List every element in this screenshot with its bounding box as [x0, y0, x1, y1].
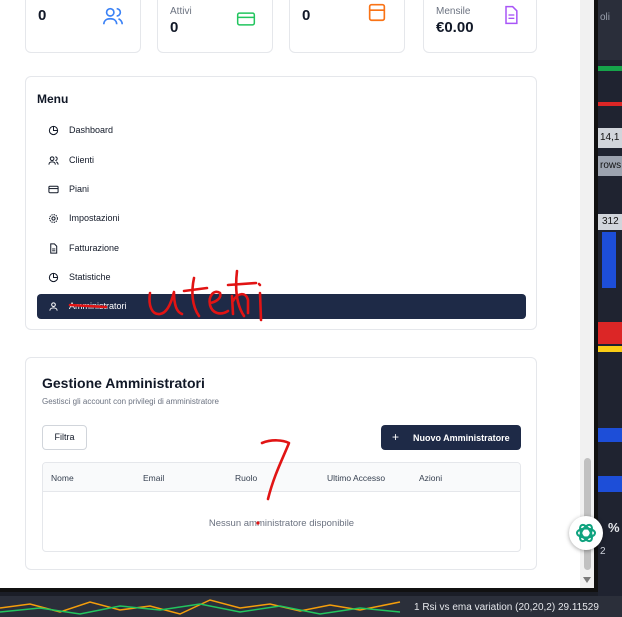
- stat-card-users: 0: [25, 0, 141, 53]
- column-header-last-access[interactable]: Ultimo Accesso: [327, 473, 385, 483]
- menu-item-label: Impostazioni: [69, 213, 120, 223]
- empty-state-message: Nessun amministratore disponibile: [208, 518, 355, 529]
- background-label: rows: [600, 160, 622, 171]
- menu-item-plans[interactable]: Piani: [37, 177, 526, 202]
- stat-value: 0: [302, 7, 311, 24]
- menu-item-dashboard[interactable]: Dashboard: [37, 118, 526, 143]
- pie-chart-icon: [48, 125, 59, 136]
- stat-card-calendar: 0: [289, 0, 405, 53]
- background-app-footer: 1 Rsi vs ema variation (20,20,2) 29.1152…: [0, 596, 622, 617]
- filter-button[interactable]: Filtra: [42, 425, 87, 450]
- browser-window: 0 Attivi 0 0 Mensile €0.00 Menu Dashboar…: [0, 0, 598, 592]
- column-header-email[interactable]: Email: [143, 473, 164, 483]
- credit-card-icon: [48, 185, 59, 194]
- background-label: %: [608, 520, 620, 535]
- menu-item-label: Statistiche: [69, 272, 111, 282]
- column-header-role[interactable]: Ruolo: [235, 473, 257, 483]
- background-label: 14,1: [600, 132, 620, 143]
- stat-card-monthly: Mensile €0.00: [423, 0, 537, 53]
- pie-chart-icon: [48, 272, 59, 283]
- document-icon: [505, 5, 518, 25]
- menu-item-statistics[interactable]: Statistiche: [37, 265, 526, 290]
- menu-item-label: Piani: [69, 184, 90, 194]
- background-label: 312: [602, 216, 619, 227]
- menu-item-settings[interactable]: Impostazioni: [37, 206, 526, 231]
- stat-label: Mensile: [436, 6, 471, 17]
- column-header-name[interactable]: Nome: [51, 473, 74, 483]
- document-icon: [50, 243, 58, 254]
- users-icon: [48, 156, 59, 165]
- menu-item-label: Dashboard: [69, 125, 114, 135]
- credit-card-icon: [236, 12, 256, 26]
- scrollbar-thumb[interactable]: [584, 458, 591, 570]
- background-label: 1 Rsi vs ema variation (20,20,2) 29.1152…: [414, 602, 599, 613]
- sidebar-menu: Menu Dashboard Clienti Piani Impostazion…: [25, 76, 537, 330]
- users-icon: [103, 7, 123, 25]
- menu-item-label: Fatturazione: [69, 243, 120, 253]
- admin-dashboard: 0 Attivi 0 0 Mensile €0.00 Menu Dashboar…: [0, 0, 580, 588]
- plus-icon: +: [392, 430, 400, 444]
- section-title: Gestione Amministratori: [42, 375, 205, 391]
- stat-card-active: Attivi 0: [157, 0, 273, 53]
- openai-logo-icon: [576, 523, 596, 543]
- menu-item-clients[interactable]: Clienti: [37, 148, 526, 173]
- scroll-down-arrow-icon[interactable]: [583, 577, 591, 583]
- menu-item-administrators[interactable]: Amministratori: [37, 294, 526, 319]
- user-icon: [49, 302, 58, 311]
- stat-value: €0.00: [436, 19, 474, 36]
- table-header: Nome Email Ruolo Ultimo Accesso Azioni: [43, 463, 520, 492]
- section-subtitle: Gestisci gli account con privilegi di am…: [42, 397, 219, 406]
- gear-icon: [49, 214, 58, 223]
- assistant-chat-button[interactable]: [569, 516, 603, 550]
- new-admin-button[interactable]: + Nuovo Amministratore: [381, 425, 521, 450]
- admin-management-panel: Gestione Amministratori Gestisci gli acc…: [25, 357, 537, 570]
- calendar-icon: [368, 3, 386, 22]
- menu-item-label: Clienti: [69, 155, 95, 165]
- column-header-actions: Azioni: [419, 473, 443, 483]
- menu-title: Menu: [37, 92, 69, 106]
- stat-label: Attivi: [170, 6, 192, 17]
- menu-item-label: Amministratori: [69, 301, 127, 311]
- stat-value: 0: [170, 19, 179, 36]
- menu-item-billing[interactable]: Fatturazione: [37, 236, 526, 261]
- stat-value: 0: [38, 7, 47, 24]
- admins-table: Nome Email Ruolo Ultimo Accesso Azioni N…: [42, 462, 521, 552]
- new-admin-label: Nuovo Amministratore: [413, 433, 510, 443]
- background-label: oli: [600, 12, 611, 23]
